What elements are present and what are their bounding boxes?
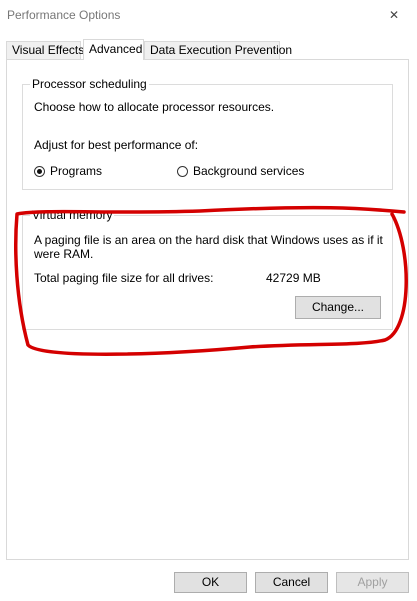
total-paging-value: 42729 MB [266, 271, 321, 285]
virtual-memory-group: Virtual memory A paging file is an area … [22, 208, 393, 330]
cancel-button[interactable]: Cancel [255, 572, 328, 593]
adjust-label: Adjust for best performance of: [34, 138, 199, 152]
tab-data-execution-prevention[interactable]: Data Execution Prevention [144, 41, 292, 59]
tab-visual-effects[interactable]: Visual Effects [6, 41, 84, 59]
apply-button[interactable]: Apply [336, 572, 409, 593]
processor-scheduling-group: Processor scheduling Choose how to alloc… [22, 77, 393, 190]
virtual-memory-description-line2: were RAM. [34, 247, 94, 261]
title-bar: Performance Options ✕ [0, 0, 417, 30]
tab-panel-advanced: Processor scheduling Choose how to alloc… [6, 59, 409, 560]
background-services-radio-indicator[interactable] [177, 165, 188, 177]
ok-button[interactable]: OK [174, 572, 247, 593]
processor-scheduling-legend: Processor scheduling [30, 77, 149, 91]
processor-description: Choose how to allocate processor resourc… [34, 100, 275, 114]
programs-radio-indicator[interactable] [34, 165, 45, 177]
window-title: Performance Options [7, 8, 121, 22]
background-services-radio[interactable]: Background services [177, 164, 304, 178]
change-button[interactable]: Change... [295, 296, 381, 319]
background-services-radio-label: Background services [193, 164, 305, 178]
virtual-memory-legend: Virtual memory [30, 208, 115, 222]
virtual-memory-description-line1: A paging file is an area on the hard dis… [34, 233, 383, 247]
programs-radio[interactable]: Programs [34, 164, 102, 178]
total-paging-label: Total paging file size for all drives: [34, 271, 214, 285]
tab-advanced[interactable]: Advanced [83, 39, 144, 60]
programs-radio-label: Programs [50, 164, 103, 178]
close-icon[interactable]: ✕ [371, 0, 417, 30]
